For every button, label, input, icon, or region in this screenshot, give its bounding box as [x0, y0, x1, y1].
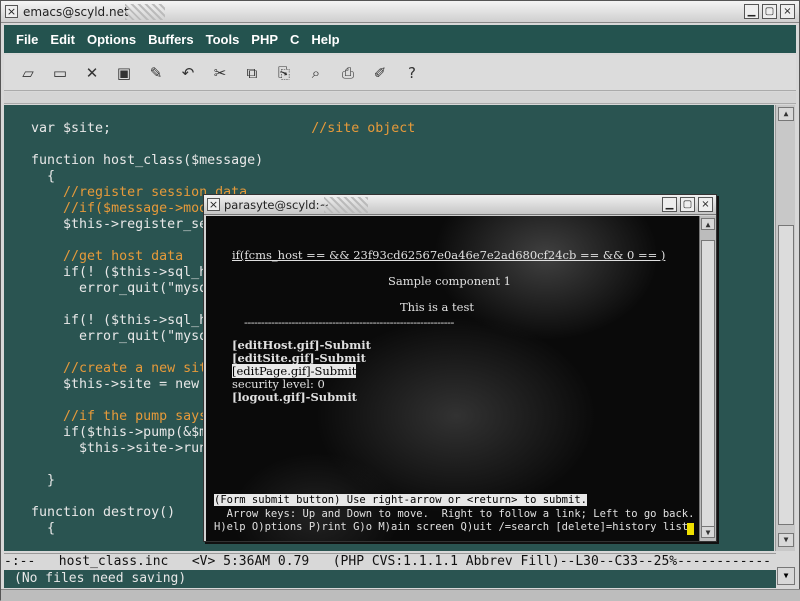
cut-icon[interactable]: ✂ [206, 59, 234, 87]
close-icon[interactable]: ✕ [78, 59, 106, 87]
paste-icon[interactable]: ⎘ [270, 59, 298, 87]
code-comment: //if($message->mod [63, 201, 208, 216]
terminal-scrollbar[interactable]: ▲ ▼ [699, 216, 716, 541]
security-level: security level: 0 [232, 377, 325, 391]
scroll-down-icon[interactable]: ▼ [778, 533, 794, 547]
window-bottom-border[interactable] [1, 589, 800, 601]
menu-file[interactable]: File [16, 32, 38, 47]
search-icon[interactable]: ⌕ [302, 59, 330, 87]
open-folder-icon[interactable]: ▭ [46, 59, 74, 87]
terminal-scroll-down-icon[interactable]: ▼ [701, 526, 715, 538]
customize-icon[interactable]: ✐ [366, 59, 394, 87]
window-title: emacs@scyld.net [23, 5, 129, 19]
maximize-icon[interactable]: ▢ [762, 4, 777, 19]
titlebar-decoration [125, 4, 165, 20]
terminal-window: × parasyte@scyld:~ ▁ ▢ × if(fcms_host ==… [203, 194, 717, 542]
scroll-up-icon[interactable]: ▲ [778, 107, 794, 121]
status-line: (Form submit button) Use right-arrow or … [214, 494, 587, 506]
menubar: File Edit Options Buffers Tools PHP C He… [4, 25, 796, 53]
minibuffer[interactable]: (No files need saving) [4, 570, 776, 588]
help-line-1: Arrow keys: Up and Down to move. Right t… [214, 508, 695, 520]
link-edit-page-selected[interactable]: [editPage.gif]-Submit [232, 364, 357, 378]
window-close-icon[interactable]: × [5, 5, 18, 18]
modeline: -:-- host_class.inc <V> 5:36AM 0.79 (PHP… [4, 553, 776, 569]
menu-help[interactable]: Help [311, 32, 339, 47]
scrollbar-thumb[interactable] [778, 225, 794, 525]
menu-edit[interactable]: Edit [50, 32, 75, 47]
undo-icon[interactable]: ↶ [174, 59, 202, 87]
terminal-close-icon[interactable]: × [698, 197, 713, 212]
terminal-scroll-up-icon[interactable]: ▲ [701, 218, 715, 230]
toolbar: ▱ ▭ ✕ ▣ ✎ ↶ ✂ ⧉ ⎘ ⌕ ⎙ ✐? [4, 55, 796, 91]
code-comment: //get host data [63, 249, 184, 264]
terminal-maximize-icon[interactable]: ▢ [680, 197, 695, 212]
terminal-scrollbar-thumb[interactable] [701, 240, 715, 528]
minimize-icon[interactable]: ▁ [744, 4, 759, 19]
menu-c[interactable]: C [290, 32, 299, 47]
code-comment: //site object [311, 121, 416, 136]
condition-line: if(fcms_host == && 23f93cd62567e0a46e7e2… [232, 248, 666, 262]
code-comment: //create a new sit [63, 361, 208, 376]
component-heading: Sample component 1 [388, 274, 511, 288]
menu-options[interactable]: Options [87, 32, 136, 47]
toolbar-separator [4, 92, 796, 104]
print-icon[interactable]: ⎙ [334, 59, 362, 87]
menu-buffers[interactable]: Buffers [148, 32, 194, 47]
terminal-screen[interactable]: if(fcms_host == && 23f93cd62567e0a46e7e2… [206, 216, 699, 541]
new-file-icon[interactable]: ▱ [14, 59, 42, 87]
link-edit-site[interactable]: [editSite.gif]-Submit [232, 351, 366, 365]
minibuffer-scroll-icon[interactable]: ▼ [777, 567, 795, 585]
link-logout[interactable]: [logout.gif]-Submit [232, 390, 357, 404]
save-as-icon[interactable]: ✎ [142, 59, 170, 87]
code-comment: //if the pump says [63, 409, 208, 424]
editor-scrollbar[interactable]: ▲ ▼ [775, 105, 795, 551]
text-cursor [687, 521, 694, 535]
terminal-menu-icon[interactable]: × [207, 198, 220, 211]
copy-icon[interactable]: ⧉ [238, 59, 266, 87]
save-icon[interactable]: ▣ [110, 59, 138, 87]
titlebar-decoration [324, 197, 368, 213]
terminal-title: parasyte@scyld:~ [224, 198, 330, 212]
link-edit-host[interactable]: [editHost.gif]-Submit [232, 338, 371, 352]
terminal-minimize-icon[interactable]: ▁ [662, 197, 677, 212]
code-line: function host_class($message) [31, 153, 264, 168]
code-line: { [31, 169, 56, 184]
emacs-titlebar[interactable]: × emacs@scyld.net ▁ ▢ × [1, 1, 799, 23]
close-window-icon[interactable]: × [780, 4, 795, 19]
menu-php[interactable]: PHP [251, 32, 278, 47]
horizontal-rule: ----------------------------------------… [244, 315, 454, 329]
help-icon[interactable]: ? [398, 59, 426, 87]
menu-tools[interactable]: Tools [206, 32, 240, 47]
terminal-titlebar[interactable]: × parasyte@scyld:~ ▁ ▢ × [204, 195, 716, 215]
component-subheading: This is a test [400, 300, 475, 314]
code-line: var $site; //site object [31, 121, 416, 136]
help-line-2: H)elp O)ptions P)rint G)o M)ain screen Q… [214, 521, 689, 533]
